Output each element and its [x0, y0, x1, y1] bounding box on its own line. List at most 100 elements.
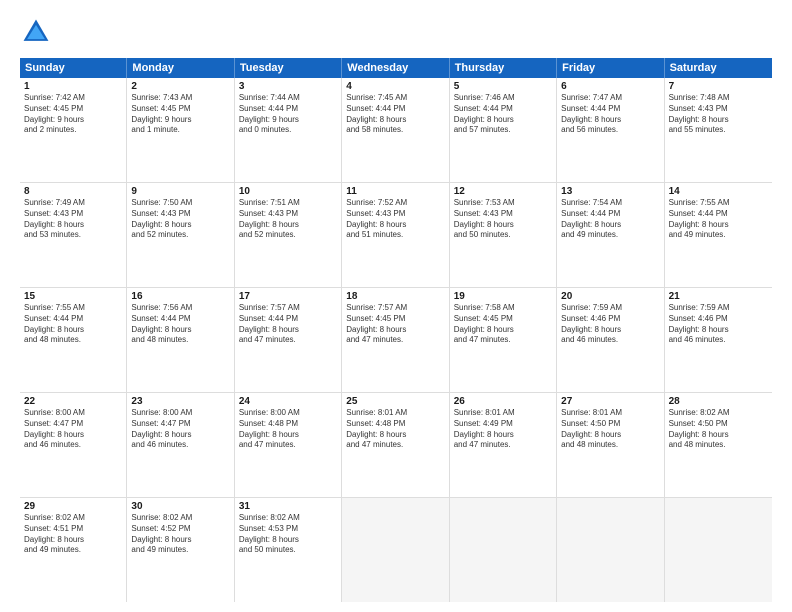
day-number: 11	[346, 186, 444, 197]
day-number: 30	[131, 501, 229, 512]
cal-row: 8Sunrise: 7:49 AM Sunset: 4:43 PM Daylig…	[20, 183, 772, 288]
day-info: Sunrise: 7:54 AM Sunset: 4:44 PM Dayligh…	[561, 198, 659, 241]
day-number: 6	[561, 81, 659, 92]
cal-cell: 15Sunrise: 7:55 AM Sunset: 4:44 PM Dayli…	[20, 288, 127, 392]
day-info: Sunrise: 8:02 AM Sunset: 4:52 PM Dayligh…	[131, 513, 229, 556]
day-number: 3	[239, 81, 337, 92]
day-info: Sunrise: 8:00 AM Sunset: 4:48 PM Dayligh…	[239, 408, 337, 451]
day-info: Sunrise: 7:57 AM Sunset: 4:45 PM Dayligh…	[346, 303, 444, 346]
day-info: Sunrise: 7:45 AM Sunset: 4:44 PM Dayligh…	[346, 93, 444, 136]
day-number: 19	[454, 291, 552, 302]
day-number: 10	[239, 186, 337, 197]
day-info: Sunrise: 7:46 AM Sunset: 4:44 PM Dayligh…	[454, 93, 552, 136]
day-info: Sunrise: 7:50 AM Sunset: 4:43 PM Dayligh…	[131, 198, 229, 241]
day-info: Sunrise: 7:59 AM Sunset: 4:46 PM Dayligh…	[669, 303, 768, 346]
cal-header-cell: Tuesday	[235, 58, 342, 78]
day-info: Sunrise: 7:57 AM Sunset: 4:44 PM Dayligh…	[239, 303, 337, 346]
cal-cell: 31Sunrise: 8:02 AM Sunset: 4:53 PM Dayli…	[235, 498, 342, 602]
day-number: 24	[239, 396, 337, 407]
day-number: 1	[24, 81, 122, 92]
day-number: 18	[346, 291, 444, 302]
cal-row: 22Sunrise: 8:00 AM Sunset: 4:47 PM Dayli…	[20, 393, 772, 498]
cal-cell: 29Sunrise: 8:02 AM Sunset: 4:51 PM Dayli…	[20, 498, 127, 602]
cal-cell	[450, 498, 557, 602]
cal-cell: 10Sunrise: 7:51 AM Sunset: 4:43 PM Dayli…	[235, 183, 342, 287]
calendar: SundayMondayTuesdayWednesdayThursdayFrid…	[20, 58, 772, 602]
cal-cell: 2Sunrise: 7:43 AM Sunset: 4:45 PM Daylig…	[127, 78, 234, 182]
cal-header-cell: Sunday	[20, 58, 127, 78]
day-number: 13	[561, 186, 659, 197]
day-info: Sunrise: 7:47 AM Sunset: 4:44 PM Dayligh…	[561, 93, 659, 136]
day-info: Sunrise: 8:02 AM Sunset: 4:50 PM Dayligh…	[669, 408, 768, 451]
day-info: Sunrise: 7:56 AM Sunset: 4:44 PM Dayligh…	[131, 303, 229, 346]
cal-row: 1Sunrise: 7:42 AM Sunset: 4:45 PM Daylig…	[20, 78, 772, 183]
day-number: 15	[24, 291, 122, 302]
day-info: Sunrise: 7:52 AM Sunset: 4:43 PM Dayligh…	[346, 198, 444, 241]
cal-cell: 17Sunrise: 7:57 AM Sunset: 4:44 PM Dayli…	[235, 288, 342, 392]
cal-header-cell: Saturday	[665, 58, 772, 78]
day-number: 12	[454, 186, 552, 197]
day-number: 5	[454, 81, 552, 92]
day-number: 4	[346, 81, 444, 92]
cal-cell: 18Sunrise: 7:57 AM Sunset: 4:45 PM Dayli…	[342, 288, 449, 392]
day-number: 7	[669, 81, 768, 92]
cal-cell: 30Sunrise: 8:02 AM Sunset: 4:52 PM Dayli…	[127, 498, 234, 602]
day-info: Sunrise: 8:00 AM Sunset: 4:47 PM Dayligh…	[131, 408, 229, 451]
day-info: Sunrise: 8:01 AM Sunset: 4:50 PM Dayligh…	[561, 408, 659, 451]
day-number: 29	[24, 501, 122, 512]
day-info: Sunrise: 7:42 AM Sunset: 4:45 PM Dayligh…	[24, 93, 122, 136]
header	[20, 16, 772, 48]
cal-header-cell: Monday	[127, 58, 234, 78]
day-number: 17	[239, 291, 337, 302]
day-number: 9	[131, 186, 229, 197]
day-number: 14	[669, 186, 768, 197]
calendar-body: 1Sunrise: 7:42 AM Sunset: 4:45 PM Daylig…	[20, 78, 772, 602]
cal-row: 29Sunrise: 8:02 AM Sunset: 4:51 PM Dayli…	[20, 498, 772, 602]
day-number: 31	[239, 501, 337, 512]
cal-cell: 11Sunrise: 7:52 AM Sunset: 4:43 PM Dayli…	[342, 183, 449, 287]
cal-cell: 1Sunrise: 7:42 AM Sunset: 4:45 PM Daylig…	[20, 78, 127, 182]
cal-cell: 24Sunrise: 8:00 AM Sunset: 4:48 PM Dayli…	[235, 393, 342, 497]
day-number: 16	[131, 291, 229, 302]
cal-header-cell: Friday	[557, 58, 664, 78]
cal-cell: 13Sunrise: 7:54 AM Sunset: 4:44 PM Dayli…	[557, 183, 664, 287]
cal-cell: 7Sunrise: 7:48 AM Sunset: 4:43 PM Daylig…	[665, 78, 772, 182]
day-info: Sunrise: 7:53 AM Sunset: 4:43 PM Dayligh…	[454, 198, 552, 241]
day-info: Sunrise: 8:02 AM Sunset: 4:53 PM Dayligh…	[239, 513, 337, 556]
day-number: 20	[561, 291, 659, 302]
cal-cell: 14Sunrise: 7:55 AM Sunset: 4:44 PM Dayli…	[665, 183, 772, 287]
cal-header-cell: Wednesday	[342, 58, 449, 78]
cal-cell: 16Sunrise: 7:56 AM Sunset: 4:44 PM Dayli…	[127, 288, 234, 392]
day-info: Sunrise: 7:59 AM Sunset: 4:46 PM Dayligh…	[561, 303, 659, 346]
day-info: Sunrise: 8:00 AM Sunset: 4:47 PM Dayligh…	[24, 408, 122, 451]
day-number: 2	[131, 81, 229, 92]
day-info: Sunrise: 8:02 AM Sunset: 4:51 PM Dayligh…	[24, 513, 122, 556]
day-number: 23	[131, 396, 229, 407]
day-info: Sunrise: 7:44 AM Sunset: 4:44 PM Dayligh…	[239, 93, 337, 136]
day-info: Sunrise: 7:55 AM Sunset: 4:44 PM Dayligh…	[669, 198, 768, 241]
cal-cell: 21Sunrise: 7:59 AM Sunset: 4:46 PM Dayli…	[665, 288, 772, 392]
day-info: Sunrise: 7:48 AM Sunset: 4:43 PM Dayligh…	[669, 93, 768, 136]
day-number: 27	[561, 396, 659, 407]
day-info: Sunrise: 7:49 AM Sunset: 4:43 PM Dayligh…	[24, 198, 122, 241]
day-info: Sunrise: 7:55 AM Sunset: 4:44 PM Dayligh…	[24, 303, 122, 346]
cal-cell: 25Sunrise: 8:01 AM Sunset: 4:48 PM Dayli…	[342, 393, 449, 497]
cal-cell: 28Sunrise: 8:02 AM Sunset: 4:50 PM Dayli…	[665, 393, 772, 497]
page: SundayMondayTuesdayWednesdayThursdayFrid…	[0, 0, 792, 612]
calendar-header: SundayMondayTuesdayWednesdayThursdayFrid…	[20, 58, 772, 78]
cal-header-cell: Thursday	[450, 58, 557, 78]
day-number: 21	[669, 291, 768, 302]
logo	[20, 16, 56, 48]
logo-icon	[20, 16, 52, 48]
day-number: 22	[24, 396, 122, 407]
cal-cell	[557, 498, 664, 602]
day-number: 26	[454, 396, 552, 407]
cal-cell: 9Sunrise: 7:50 AM Sunset: 4:43 PM Daylig…	[127, 183, 234, 287]
cal-cell: 8Sunrise: 7:49 AM Sunset: 4:43 PM Daylig…	[20, 183, 127, 287]
cal-cell: 3Sunrise: 7:44 AM Sunset: 4:44 PM Daylig…	[235, 78, 342, 182]
cal-cell: 22Sunrise: 8:00 AM Sunset: 4:47 PM Dayli…	[20, 393, 127, 497]
day-info: Sunrise: 7:58 AM Sunset: 4:45 PM Dayligh…	[454, 303, 552, 346]
cal-cell	[665, 498, 772, 602]
day-info: Sunrise: 7:51 AM Sunset: 4:43 PM Dayligh…	[239, 198, 337, 241]
cal-row: 15Sunrise: 7:55 AM Sunset: 4:44 PM Dayli…	[20, 288, 772, 393]
